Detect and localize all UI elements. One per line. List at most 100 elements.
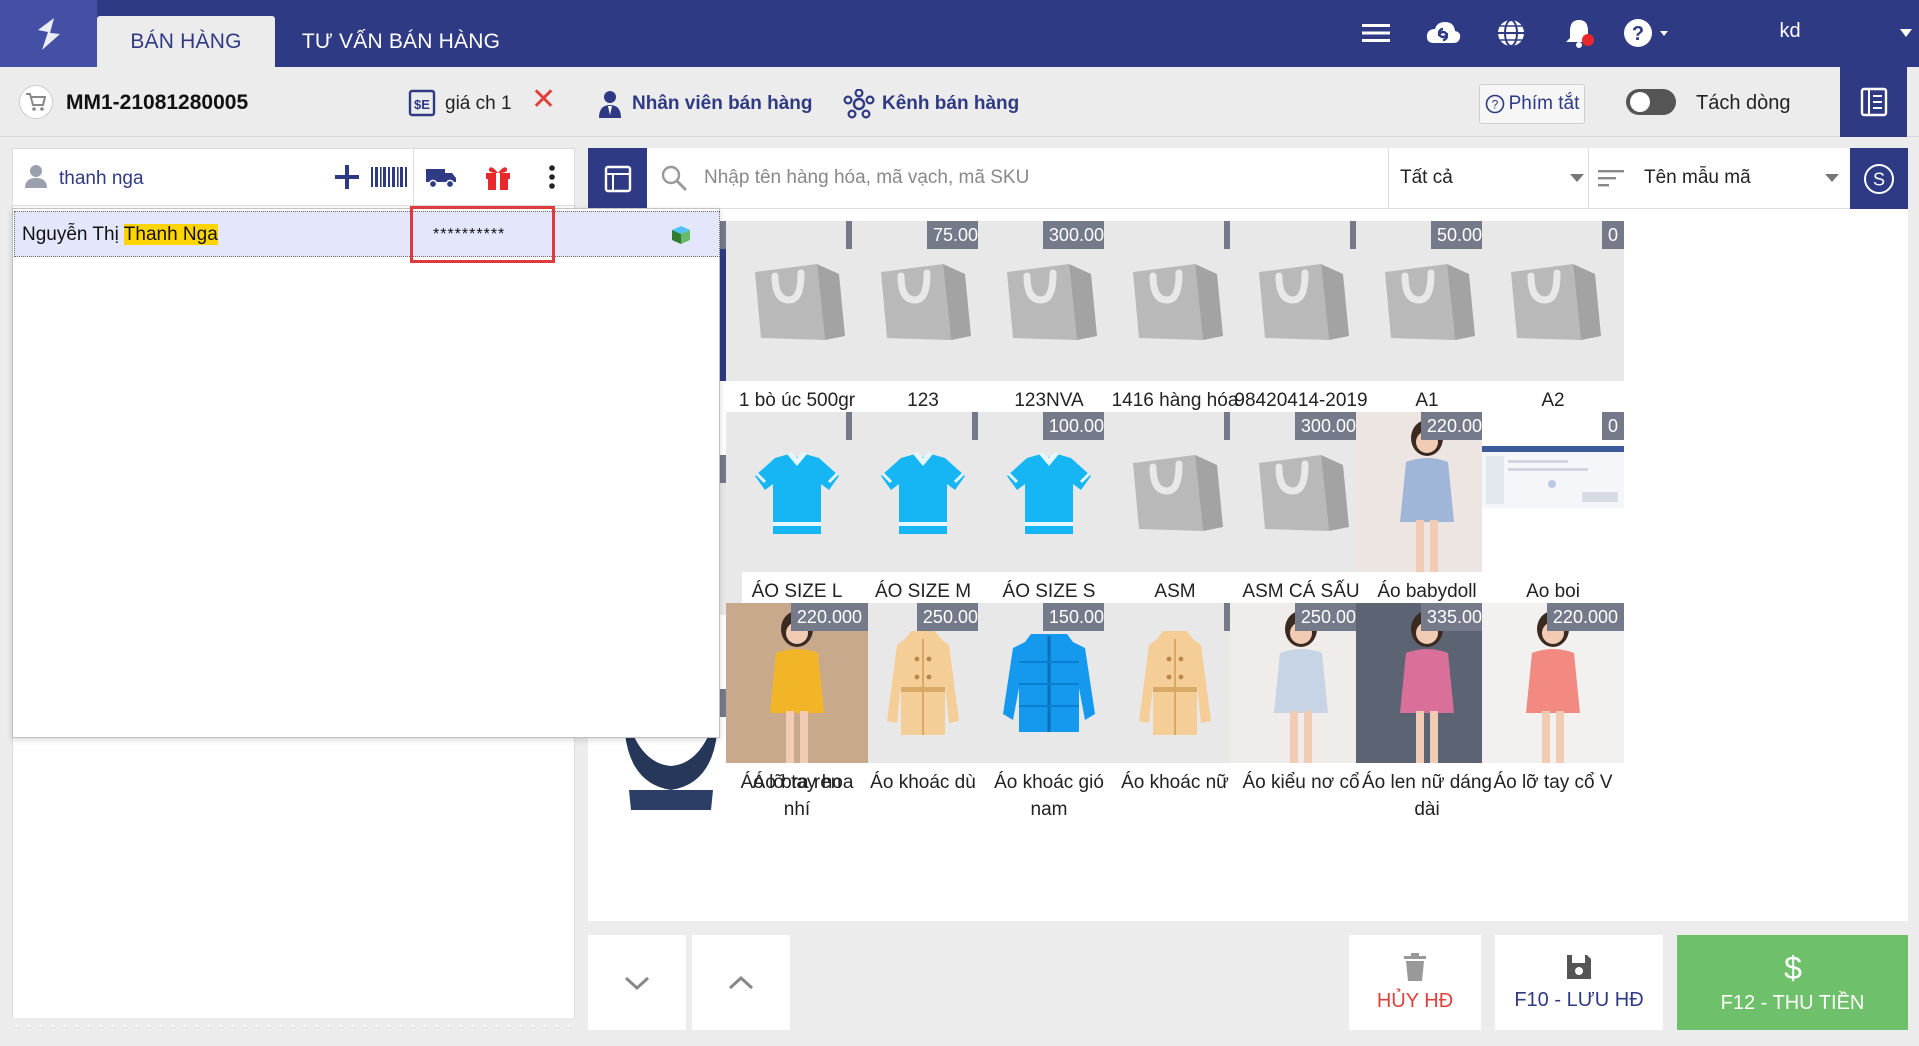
product-name: ÁO SIZE L [751,581,843,602]
divider [1588,148,1589,209]
product-card[interactable]: 0 Ao boi [1482,412,1624,605]
remove-price-list-icon[interactable]: ✕ [531,85,556,115]
order-toolbar: MM1-21081280005 $E giá ch 1 ✕ Nhân viên … [0,67,1919,137]
product-card[interactable]: 300.000 123NVA [978,221,1120,414]
product-image: 0 [1482,221,1624,381]
product-card[interactable]: 0 ÁO SIZE M [852,412,994,605]
sort-icon [1598,170,1624,187]
save-invoice-button[interactable]: F10 - LƯU HĐ [1495,935,1663,1030]
customer-search-row: thanh nga [13,149,576,206]
trash-icon [1404,953,1426,981]
help-icon[interactable]: ? [1620,14,1676,52]
product-image: 335.000 [1356,603,1498,763]
product-card[interactable]: 0 Áo khoác nữ [1104,603,1246,796]
user-menu-caret-icon[interactable] [1899,28,1913,38]
product-card[interactable]: 220.000 Áo lỡ tay hoa nhí [726,603,868,823]
sort-select[interactable]: Tên mẫu mã [1644,167,1751,189]
document-icon [1860,87,1887,117]
product-image: 75.000 [852,221,994,381]
price-badge: 220.000 [1546,603,1624,631]
customer-suggestion-item[interactable]: Nguyễn Thị Thanh Nga ********** [14,206,720,263]
product-card[interactable]: 098420414-2019 Ineed mocha [1230,221,1372,441]
product-image: 300.000 [1230,412,1372,572]
s-button[interactable]: S [1850,148,1908,209]
top-navbar: BÁN HÀNG TƯ VẤN BÁN HÀNG ? kd [0,0,1919,67]
product-card[interactable]: 0 ASM [1104,412,1246,605]
barcode-icon[interactable] [369,163,409,191]
scroll-down-button[interactable] [588,935,686,1030]
product-image: 0 [1104,221,1246,381]
product-image: 0 [852,412,994,572]
price-list-label[interactable]: giá ch 1 [445,93,512,115]
product-card[interactable]: 100.000 ÁO SIZE S [978,412,1120,605]
product-image: 150.000 [978,603,1120,763]
cart-icon[interactable] [19,85,53,119]
product-name: Áo lỡ tay cổ V [1493,772,1613,793]
order-panel-button[interactable] [1840,67,1907,137]
chevron-down-icon[interactable] [1570,174,1584,182]
gift-icon[interactable] [483,163,513,191]
product-card[interactable]: 220.000 Áo babydoll [1356,412,1498,605]
tab-tu-van-ban-hang[interactable]: TƯ VẤN BÁN HÀNG [285,16,517,67]
sales-channel-icon[interactable] [843,89,875,119]
price-badge: 0 [1601,221,1624,249]
product-search-input[interactable] [704,162,1204,194]
layout-toggle-button[interactable] [588,148,647,209]
delivery-truck-icon[interactable] [425,163,457,191]
product-card[interactable]: 220.000 Áo lỡ tay cổ V [1482,603,1624,796]
product-card[interactable]: 250.000 Áo kiểu nơ cổ [1230,603,1372,796]
sales-channel-button[interactable]: Kênh bán hàng [882,93,1019,115]
product-image: 250.000 [1230,603,1372,763]
product-name: Áo khoác gió nam [994,772,1104,820]
product-name: Áo lỡ tay hoa nhí [740,772,854,820]
pay-button[interactable]: $ F12 - THU TIỀN [1677,935,1908,1030]
product-name: ASM CÁ SẤU [1242,581,1360,602]
product-card[interactable]: 75.000 123 [852,221,994,414]
product-name: Áo kiểu nơ cổ [1242,772,1360,793]
cloud-sync-icon[interactable] [1422,14,1464,52]
category-filter-select[interactable]: Tất cả [1400,167,1453,189]
order-code[interactable]: MM1-21081280005 [66,91,248,115]
customer-search-input[interactable]: thanh nga [59,168,144,190]
search-icon [661,165,687,191]
product-card[interactable]: 150.000 Áo khoác gió nam [978,603,1120,823]
chevron-down-icon[interactable] [1825,174,1839,182]
product-image: 50.000 [1356,221,1498,381]
product-card[interactable]: 335.000 Áo len nữ dáng dài [1356,603,1498,823]
product-card[interactable]: 0 1 bò úc 500gr [726,221,868,414]
product-card[interactable]: 250.000 Áo khoác dù [852,603,994,796]
user-name[interactable]: kd [1760,20,1820,43]
product-name: 123NVA [1014,390,1084,411]
product-image: 0 [1104,412,1246,572]
tab-ban-hang[interactable]: BÁN HÀNG [97,16,275,67]
logo-icon [37,17,60,50]
product-card[interactable]: 50.000 A1 [1356,221,1498,414]
product-card[interactable]: 01416 hàng hóa theo lô [1104,221,1246,441]
product-card[interactable]: 0 ÁO SIZE L [726,412,868,605]
add-customer-icon[interactable] [333,163,361,191]
chevron-up-icon [728,975,754,989]
app-logo[interactable] [0,0,97,67]
chevron-down-icon [624,976,650,990]
menu-icon[interactable] [1358,14,1394,52]
question-circle-icon: ? [1485,94,1504,114]
s-circle-icon: S [1864,163,1894,194]
shortcut-button[interactable]: ? Phím tắt [1479,84,1585,124]
cancel-invoice-label: HỦY HĐ [1376,990,1454,1012]
scroll-up-button[interactable] [692,935,790,1030]
more-vertical-icon[interactable] [547,163,557,191]
svg-text:$: $ [1784,950,1802,984]
product-name: A2 [1541,390,1565,411]
product-card[interactable]: 0 A2 [1482,221,1624,414]
cancel-invoice-button[interactable]: HỦY HĐ [1349,935,1481,1030]
sales-staff-icon[interactable] [596,89,624,119]
sales-staff-button[interactable]: Nhân viên bán hàng [632,93,813,115]
globe-icon[interactable] [1492,14,1530,52]
notification-bell-icon[interactable] [1560,14,1598,52]
split-line-toggle[interactable] [1626,89,1676,115]
price-list-icon[interactable]: $E [408,89,436,117]
product-name: ÁO SIZE M [874,581,972,602]
product-name: Áo len nữ dáng dài [1362,772,1492,820]
customer-name: Nguyễn Thị Thanh Nga [22,224,218,245]
product-card[interactable]: 300.000 ASM CÁ SẤU [1230,412,1372,605]
